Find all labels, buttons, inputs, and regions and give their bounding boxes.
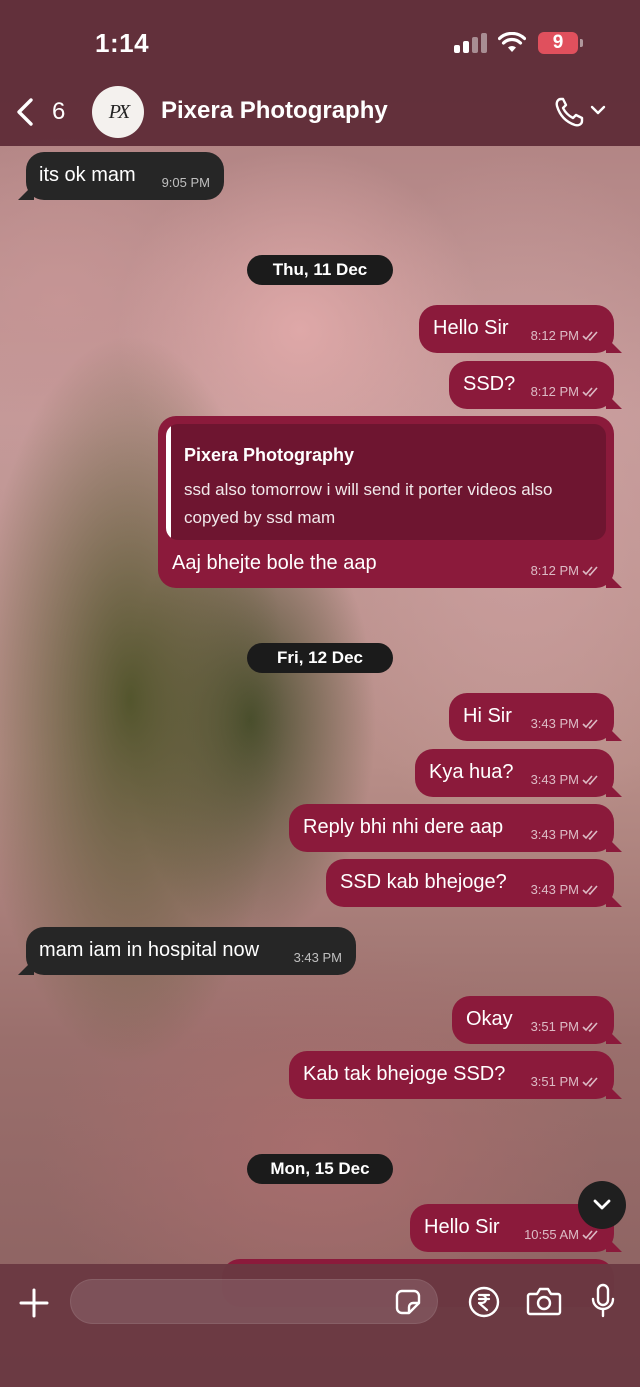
- chevron-down-icon[interactable]: [590, 104, 606, 116]
- outgoing-message[interactable]: Kab tak bhejoge SSD? 3:51 PM: [289, 1051, 622, 1099]
- message-text: SSD kab bhejoge?: [340, 871, 507, 893]
- phone-icon[interactable]: [552, 95, 586, 129]
- quoted-line: copyed by ssd mam: [184, 508, 336, 527]
- date-separator: Thu, 11 Dec: [247, 255, 393, 285]
- message-text: Kya hua?: [429, 761, 514, 783]
- double-check-icon: [582, 774, 598, 785]
- double-check-icon: [582, 829, 598, 840]
- quote-bar: [166, 424, 171, 540]
- battery-tip: [580, 39, 583, 47]
- rupee-icon[interactable]: [468, 1286, 500, 1318]
- message-time: 3:43 PM: [293, 950, 342, 965]
- contact-avatar[interactable]: PX: [92, 86, 144, 138]
- date-separator: Fri, 12 Dec: [247, 643, 393, 673]
- message-text: Okay: [466, 1008, 513, 1030]
- double-check-icon: [582, 386, 598, 397]
- top-bar: 1:14 9 6 PX Pixera Photography: [0, 0, 640, 146]
- double-check-icon: [582, 565, 598, 576]
- microphone-icon[interactable]: [590, 1283, 616, 1319]
- quoted-line: ssd also tomorrow i will send it porter …: [184, 480, 553, 499]
- battery-indicator: 9: [538, 32, 578, 54]
- outgoing-reply-message[interactable]: Pixera Photography ssd also tomorrow i w…: [158, 416, 622, 588]
- outgoing-message[interactable]: Hello Sir 8:12 PM: [419, 305, 622, 353]
- message-time: 3:43 PM: [531, 827, 600, 842]
- chevron-left-icon: [17, 98, 33, 126]
- outgoing-message[interactable]: SSD? 8:12 PM: [449, 361, 622, 409]
- message-input[interactable]: [70, 1279, 438, 1324]
- message-time: 9:05 PM: [161, 175, 210, 190]
- chevron-down-icon: [593, 1199, 611, 1210]
- quoted-message[interactable]: Pixera Photography ssd also tomorrow i w…: [166, 424, 606, 540]
- message-text: Aaj bhejte bole the aap: [172, 552, 377, 574]
- message-text: Hi Sir: [463, 705, 512, 727]
- contact-name[interactable]: Pixera Photography: [161, 97, 388, 125]
- message-time: 8:12 PM: [531, 563, 600, 578]
- outgoing-message[interactable]: Reply bhi nhi dere aap 3:43 PM: [289, 804, 622, 852]
- scroll-to-bottom-button[interactable]: [578, 1181, 626, 1229]
- double-check-icon: [582, 330, 598, 341]
- double-check-icon: [582, 718, 598, 729]
- message-text: Hello Sir: [424, 1216, 500, 1238]
- message-text: mam iam in hospital now: [39, 939, 260, 961]
- incoming-message[interactable]: its ok mam 9:05 PM: [18, 152, 224, 200]
- outgoing-message[interactable]: Kya hua? 3:43 PM: [415, 749, 622, 797]
- double-check-icon: [582, 1076, 598, 1087]
- message-time: 3:43 PM: [531, 882, 600, 897]
- wifi-icon: [498, 32, 526, 52]
- outgoing-message[interactable]: Hi Sir 3:43 PM: [449, 693, 622, 741]
- sticker-icon[interactable]: [394, 1288, 422, 1316]
- unread-count[interactable]: 6: [52, 98, 65, 126]
- message-time: 3:43 PM: [531, 716, 600, 731]
- outgoing-message[interactable]: Okay 3:51 PM: [452, 996, 622, 1044]
- message-time: 8:12 PM: [531, 328, 600, 343]
- double-check-icon: [582, 1229, 598, 1240]
- outgoing-message[interactable]: SSD kab bhejoge? 3:43 PM: [326, 859, 622, 907]
- message-text: Reply bhi nhi dere aap: [303, 816, 504, 838]
- quoted-author: Pixera Photography: [184, 445, 355, 465]
- message-time: 3:51 PM: [531, 1019, 600, 1034]
- message-text: Hello Sir: [433, 317, 509, 339]
- message-time: 8:12 PM: [531, 384, 600, 399]
- status-time: 1:14: [95, 28, 150, 58]
- message-time: 3:43 PM: [531, 772, 600, 787]
- cellular-signal-icon: [454, 33, 488, 53]
- double-check-icon: [582, 1021, 598, 1032]
- message-text: SSD?: [463, 373, 516, 395]
- camera-icon[interactable]: [526, 1286, 562, 1316]
- message-time: 10:55 AM: [524, 1227, 600, 1242]
- message-time: 3:51 PM: [531, 1074, 600, 1089]
- incoming-message[interactable]: mam iam in hospital now 3:43 PM: [18, 927, 356, 975]
- date-separator: Mon, 15 Dec: [247, 1154, 393, 1184]
- message-text: its ok mam: [39, 164, 136, 186]
- back-button[interactable]: [14, 92, 54, 132]
- message-text: Kab tak bhejoge SSD?: [303, 1063, 506, 1085]
- double-check-icon: [582, 884, 598, 895]
- plus-icon[interactable]: [18, 1287, 50, 1319]
- quoted-text: ssd also tomorrow i will send it porter …: [184, 476, 592, 532]
